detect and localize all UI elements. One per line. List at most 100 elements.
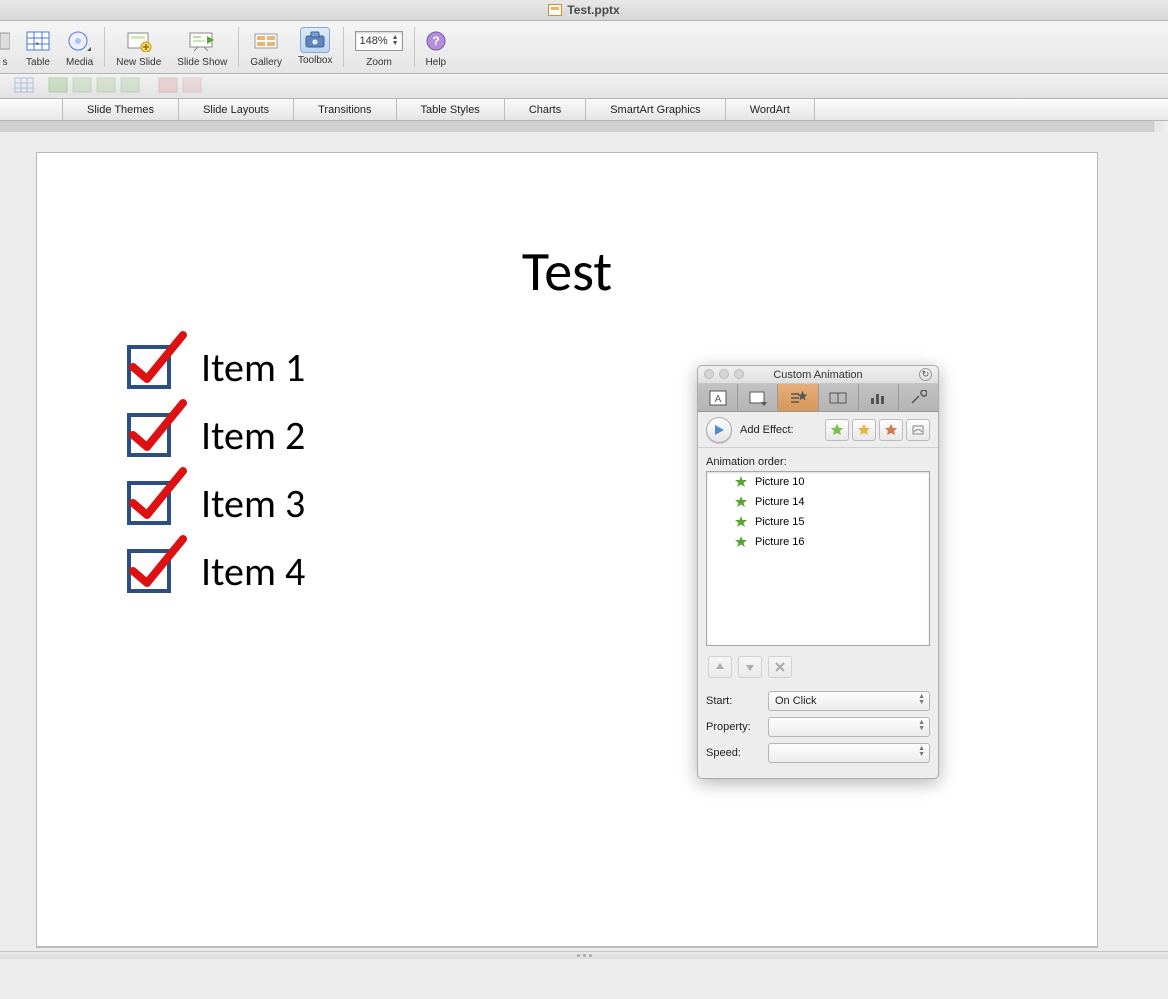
tab-table-styles[interactable]: Table Styles <box>396 99 504 120</box>
help-button[interactable]: ? Help <box>418 25 455 70</box>
toolbar-unknown-left[interactable]: s <box>0 25 18 70</box>
table-tool-icon[interactable] <box>158 77 178 95</box>
media-button[interactable]: Media <box>58 25 101 70</box>
media-label: Media <box>66 57 93 68</box>
sync-icon[interactable]: ↻ <box>919 368 932 381</box>
minimize-icon[interactable] <box>719 369 729 379</box>
zoom-control[interactable]: 148% ▲▼ Zoom <box>347 25 410 70</box>
gallery-label: Gallery <box>250 57 282 68</box>
panel-tab-transition[interactable] <box>819 384 859 411</box>
star-icon <box>735 476 747 488</box>
animation-order-label: Animation order: <box>698 448 938 471</box>
panel-tab-text[interactable]: A <box>698 384 738 411</box>
table-button[interactable]: Table <box>18 25 58 70</box>
media-icon <box>67 30 93 52</box>
speed-row: Speed: ▲▼ <box>698 740 938 766</box>
list-item: Item 3 <box>127 469 305 537</box>
panel-tab-slide[interactable] <box>738 384 778 411</box>
motion-path-button[interactable] <box>906 419 930 441</box>
table-tool-icon[interactable] <box>96 77 116 95</box>
tab-smartart[interactable]: SmartArt Graphics <box>585 99 724 120</box>
animation-item[interactable]: Picture 10 <box>707 472 929 492</box>
slide-content-list: Item 1 Item 2 Item 3 <box>127 333 305 605</box>
path-icon <box>911 423 925 437</box>
play-button[interactable] <box>706 417 732 443</box>
star-icon <box>830 423 844 437</box>
checkbox-icon <box>127 413 171 457</box>
toolbar-sep <box>414 27 415 67</box>
panel-title: Custom Animation <box>773 369 862 381</box>
animation-item[interactable]: Picture 16 <box>707 532 929 552</box>
toolbox-button[interactable]: i Toolbox <box>290 25 340 68</box>
start-select[interactable]: On Click ▲▼ <box>768 691 930 711</box>
panel-tab-animation[interactable] <box>778 384 818 411</box>
canvas-area: Test Item 1 Item 2 <box>0 121 1168 959</box>
star-icon <box>735 536 747 548</box>
table-tool-icon[interactable] <box>14 77 34 95</box>
property-select[interactable]: ▲▼ <box>768 717 930 737</box>
start-label: Start: <box>706 695 762 707</box>
gallery-icon <box>254 30 278 52</box>
zoom-value-box[interactable]: 148% ▲▼ <box>355 31 402 51</box>
tab-slide-themes[interactable]: Slide Themes <box>62 99 178 120</box>
start-row: Start: On Click ▲▼ <box>698 688 938 714</box>
item-text: Item 1 <box>201 343 305 392</box>
help-icon: ? <box>426 31 446 51</box>
table-tool-icon[interactable] <box>182 77 202 95</box>
arrow-down-icon <box>744 661 756 673</box>
ribbon-tabs: Slide Themes Slide Layouts Transitions T… <box>0 99 1168 121</box>
close-icon[interactable] <box>704 369 714 379</box>
footer-grip[interactable] <box>0 951 1168 959</box>
window-controls[interactable] <box>704 369 744 379</box>
table-tool-icon[interactable] <box>48 77 68 95</box>
slide-show-icon <box>188 30 216 52</box>
slide-show-button[interactable]: Slide Show <box>169 25 235 70</box>
animation-item[interactable]: Picture 15 <box>707 512 929 532</box>
star-icon <box>735 516 747 528</box>
toolbar-sep <box>238 27 239 67</box>
list-item: Item 1 <box>127 333 305 401</box>
chevron-updown-icon: ▲▼ <box>918 746 925 758</box>
star-icon <box>735 496 747 508</box>
slide-show-label: Slide Show <box>177 57 227 68</box>
chevron-updown-icon: ▲▼ <box>918 694 925 706</box>
move-down-button[interactable] <box>738 656 762 678</box>
animation-order-list[interactable]: Picture 10 Picture 14 Picture 15 Picture… <box>706 471 930 646</box>
arrow-up-icon <box>714 661 726 673</box>
delete-button[interactable] <box>768 656 792 678</box>
entrance-effect-button[interactable] <box>825 419 849 441</box>
svg-text:i: i <box>315 40 316 46</box>
emphasis-effect-button[interactable] <box>852 419 876 441</box>
animation-item[interactable]: Picture 14 <box>707 492 929 512</box>
table-tool-icon[interactable] <box>72 77 92 95</box>
close-icon <box>774 661 786 673</box>
new-slide-icon <box>126 30 152 52</box>
checkbox-icon <box>127 481 171 525</box>
property-label: Property: <box>706 721 762 733</box>
panel-tab-tools[interactable] <box>899 384 938 411</box>
window-title: Test.pptx <box>567 3 619 17</box>
svg-text:?: ? <box>432 34 439 48</box>
exit-effect-button[interactable] <box>879 419 903 441</box>
zoom-icon[interactable] <box>734 369 744 379</box>
panel-tab-chart[interactable] <box>859 384 899 411</box>
speed-select[interactable]: ▲▼ <box>768 743 930 763</box>
tab-slide-layouts[interactable]: Slide Layouts <box>178 99 293 120</box>
toolbar-sep <box>343 27 344 67</box>
gallery-button[interactable]: Gallery <box>242 25 290 70</box>
svg-text:A: A <box>714 394 721 405</box>
table-tool-icon[interactable] <box>120 77 140 95</box>
zoom-stepper-icon[interactable]: ▲▼ <box>392 35 399 47</box>
tab-wordart[interactable]: WordArt <box>725 99 815 120</box>
play-icon <box>713 424 725 436</box>
new-slide-button[interactable]: New Slide <box>108 25 169 70</box>
tab-charts[interactable]: Charts <box>504 99 585 120</box>
tab-transitions[interactable]: Transitions <box>293 99 395 120</box>
panel-titlebar[interactable]: Custom Animation ↻ <box>698 366 938 384</box>
custom-animation-panel[interactable]: Custom Animation ↻ A Add Effect: Animati… <box>697 365 939 779</box>
move-up-button[interactable] <box>708 656 732 678</box>
help-label: Help <box>426 57 447 68</box>
panel-tabs: A <box>698 384 938 412</box>
item-text: Item 4 <box>201 547 305 596</box>
document-icon <box>548 4 562 16</box>
